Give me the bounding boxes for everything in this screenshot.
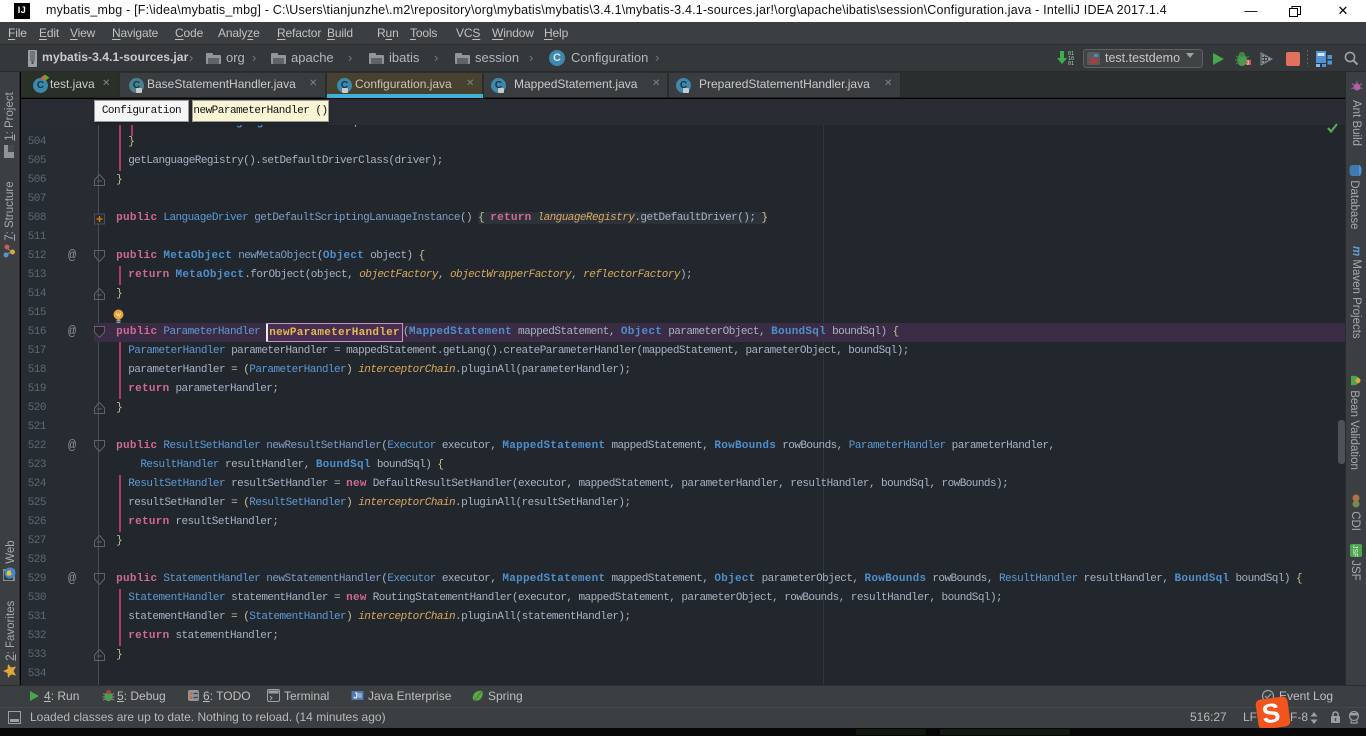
svg-text:J: J [354,692,358,701]
svg-text:3: 3 [1247,61,1250,67]
svg-text:01: 01 [1068,61,1074,67]
svg-text:JSF: JSF [1351,545,1358,557]
